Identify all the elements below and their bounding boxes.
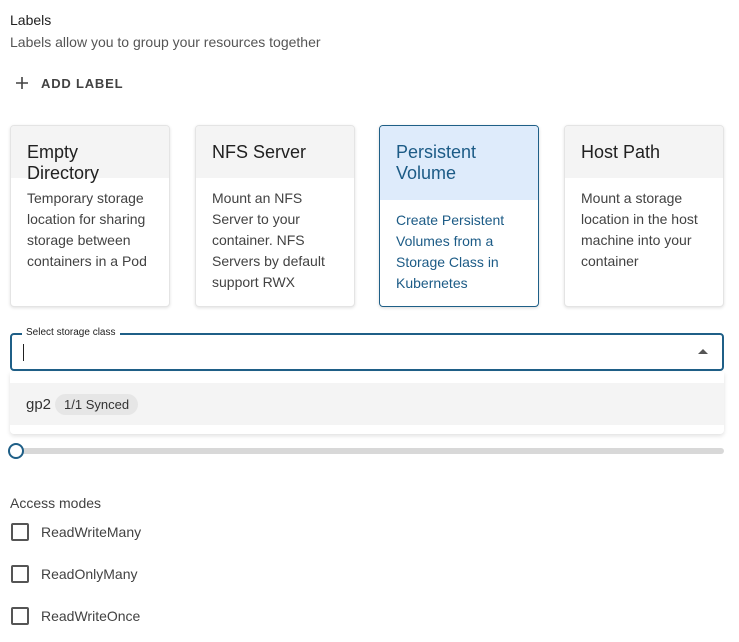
card-description: Create Persistent Volumes from a Storage… <box>396 212 505 291</box>
storage-class-option-gp2[interactable]: gp2 1/1 Synced <box>10 383 724 425</box>
access-mode-readwriteonce[interactable]: ReadWriteOnce <box>11 606 140 626</box>
volume-type-card-persistent-volume[interactable]: Persistent Volume Create Persistent Volu… <box>379 125 539 307</box>
storage-class-dropdown: gp2 1/1 Synced <box>10 372 724 434</box>
card-title: Host Path <box>565 126 723 178</box>
volume-configuration-page: Labels Labels allow you to group your re… <box>0 0 739 642</box>
add-label-button[interactable]: ADD LABEL <box>14 70 123 96</box>
add-label-text: ADD LABEL <box>41 75 124 91</box>
checkbox[interactable] <box>11 565 29 583</box>
checkbox[interactable] <box>11 523 29 541</box>
storage-class-input[interactable] <box>22 341 676 365</box>
card-description: Temporary storage location for sharing s… <box>27 190 147 269</box>
chevron-up-icon[interactable] <box>698 349 708 354</box>
size-slider-track[interactable] <box>16 448 724 454</box>
plus-icon <box>16 77 28 89</box>
card-description: Mount an NFS Server to your container. N… <box>212 190 325 290</box>
access-mode-readonlymany[interactable]: ReadOnlyMany <box>11 564 138 584</box>
labels-description: Labels allow you to group your resources… <box>10 34 321 50</box>
card-title: Persistent Volume <box>380 126 538 200</box>
checkbox[interactable] <box>11 607 29 625</box>
card-title: NFS Server <box>196 126 354 178</box>
access-mode-readwritemany[interactable]: ReadWriteMany <box>11 522 141 542</box>
access-modes-heading: Access modes <box>10 495 102 511</box>
access-mode-label: ReadWriteOnce <box>41 608 141 624</box>
volume-type-card-host-path[interactable]: Host Path Mount a storage location in th… <box>564 125 724 307</box>
text-cursor <box>23 344 24 361</box>
sync-status-chip: 1/1 Synced <box>55 393 139 415</box>
storage-class-label: Select storage class <box>22 327 120 339</box>
labels-heading: Labels <box>10 12 52 28</box>
access-mode-label: ReadWriteMany <box>41 524 142 540</box>
card-title: Empty Directory <box>11 126 169 183</box>
access-mode-label: ReadOnlyMany <box>41 566 138 582</box>
card-description: Mount a storage location in the host mac… <box>581 190 698 269</box>
volume-type-card-empty-directory[interactable]: Empty Directory Temporary storage locati… <box>10 125 170 307</box>
volume-type-card-nfs-server[interactable]: NFS Server Mount an NFS Server to your c… <box>195 125 355 307</box>
option-name: gp2 <box>26 395 52 413</box>
storage-class-select[interactable]: Select storage class <box>10 327 724 371</box>
size-slider-thumb[interactable] <box>8 443 24 459</box>
